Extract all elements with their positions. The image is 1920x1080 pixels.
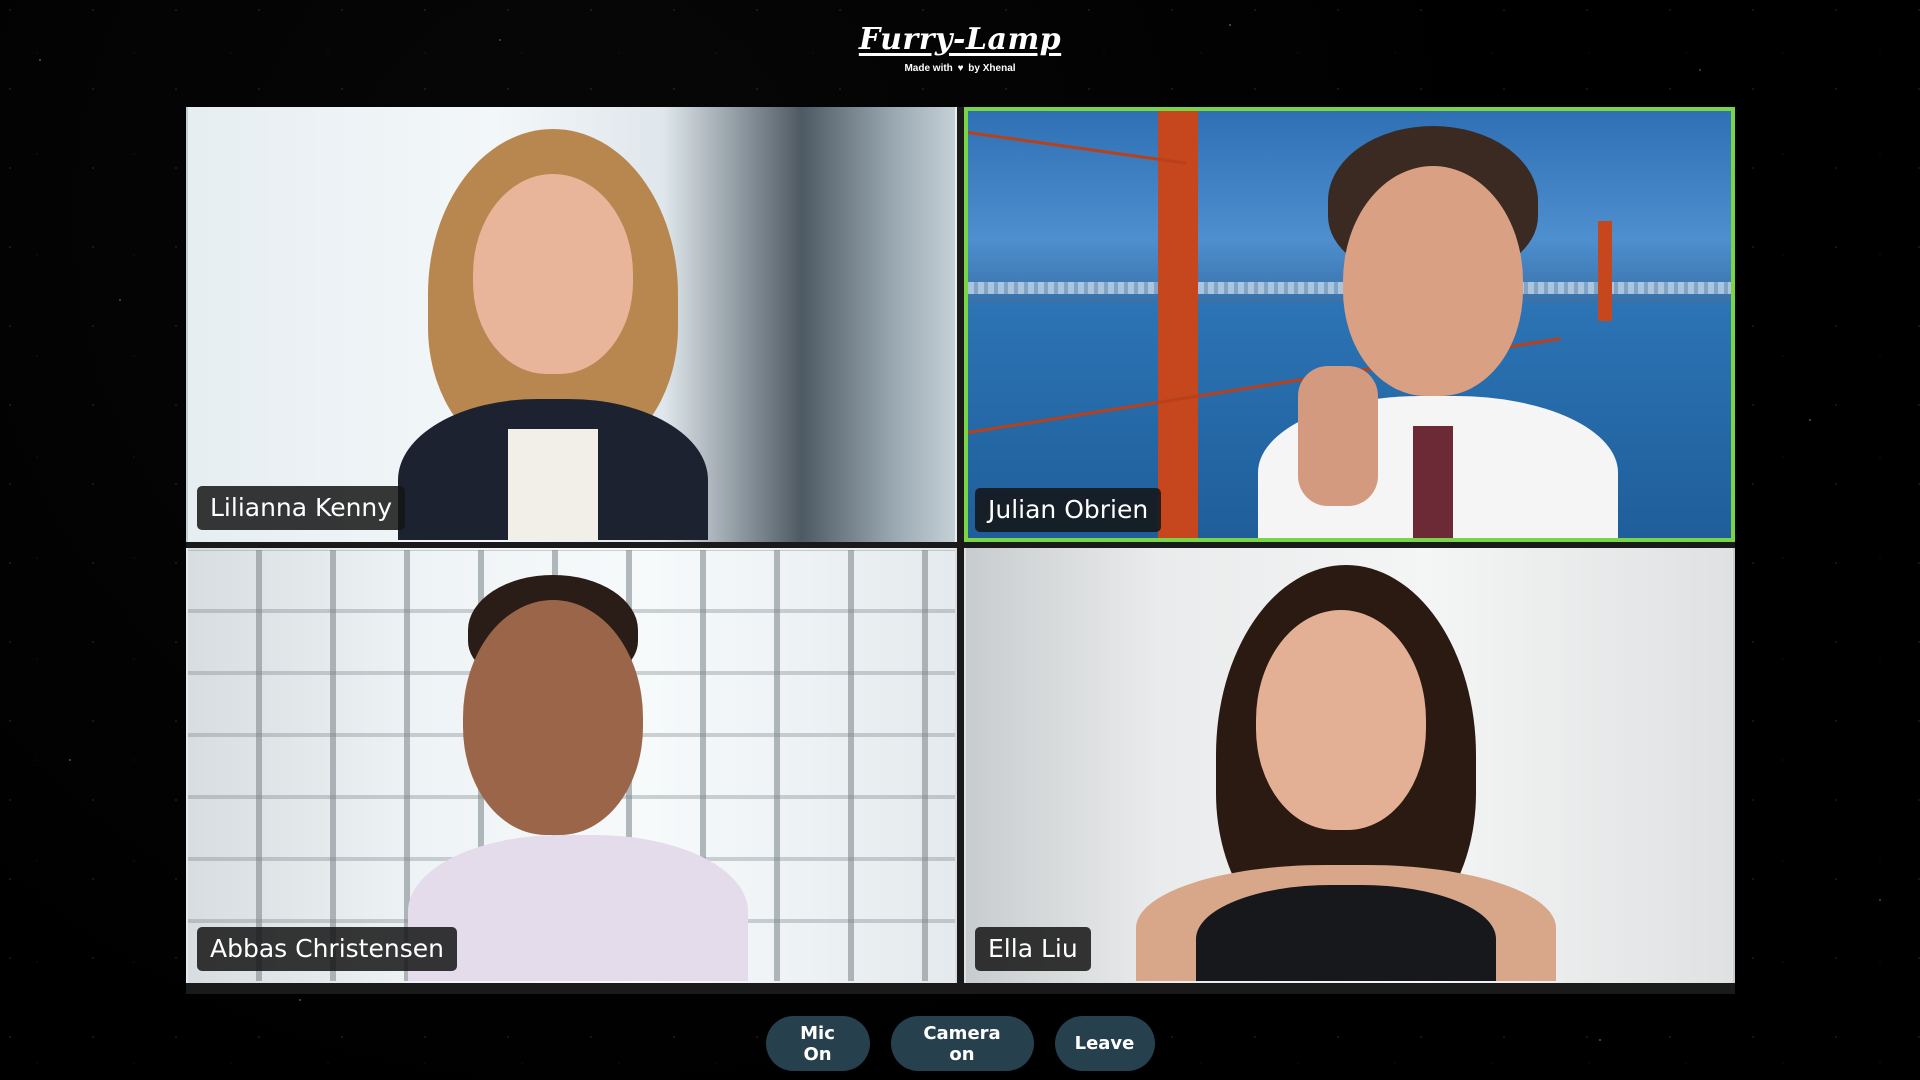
video-tile-abbas-christensen[interactable]: Abbas Christensen	[186, 548, 957, 983]
tagline-prefix: Made with	[904, 63, 953, 74]
bridge-tower	[1158, 111, 1198, 538]
bridge-cable	[968, 131, 1187, 165]
video-tile-lilianna-kenny[interactable]: Lilianna Kenny	[186, 107, 957, 542]
participant-name-tag: Julian Obrien	[975, 488, 1162, 532]
app-stage: Furry-Lamp Made with ♥ by Xhenal Liliann…	[0, 0, 1920, 1080]
camera-toggle-button[interactable]: Camera on	[890, 1016, 1034, 1071]
mic-toggle-button[interactable]: Mic On	[765, 1016, 870, 1071]
video-tile-ella-liu[interactable]: Ella Liu	[964, 548, 1735, 983]
heart-icon: ♥	[957, 63, 964, 74]
call-controls: Mic On Camera on Leave	[0, 1016, 1920, 1071]
participant-video	[368, 575, 768, 981]
app-tagline: Made with ♥ by Xhenal	[0, 63, 1920, 74]
video-tile-julian-obrien[interactable]: Julian Obrien	[964, 107, 1735, 542]
tagline-suffix: by Xhenal	[968, 63, 1016, 74]
participant-video	[388, 129, 718, 540]
participant-name-tag: Ella Liu	[975, 927, 1091, 971]
app-logo: Furry-Lamp	[858, 22, 1062, 57]
participant-name-tag: Lilianna Kenny	[197, 486, 406, 530]
participant-video	[1136, 565, 1566, 981]
video-grid: Lilianna Kenny Julian Obrien Abbas Chris…	[186, 107, 1735, 994]
participant-name-tag: Abbas Christensen	[197, 927, 457, 971]
participant-video	[1218, 126, 1648, 538]
leave-button[interactable]: Leave	[1054, 1016, 1155, 1071]
app-header: Furry-Lamp Made with ♥ by Xhenal	[0, 22, 1920, 74]
